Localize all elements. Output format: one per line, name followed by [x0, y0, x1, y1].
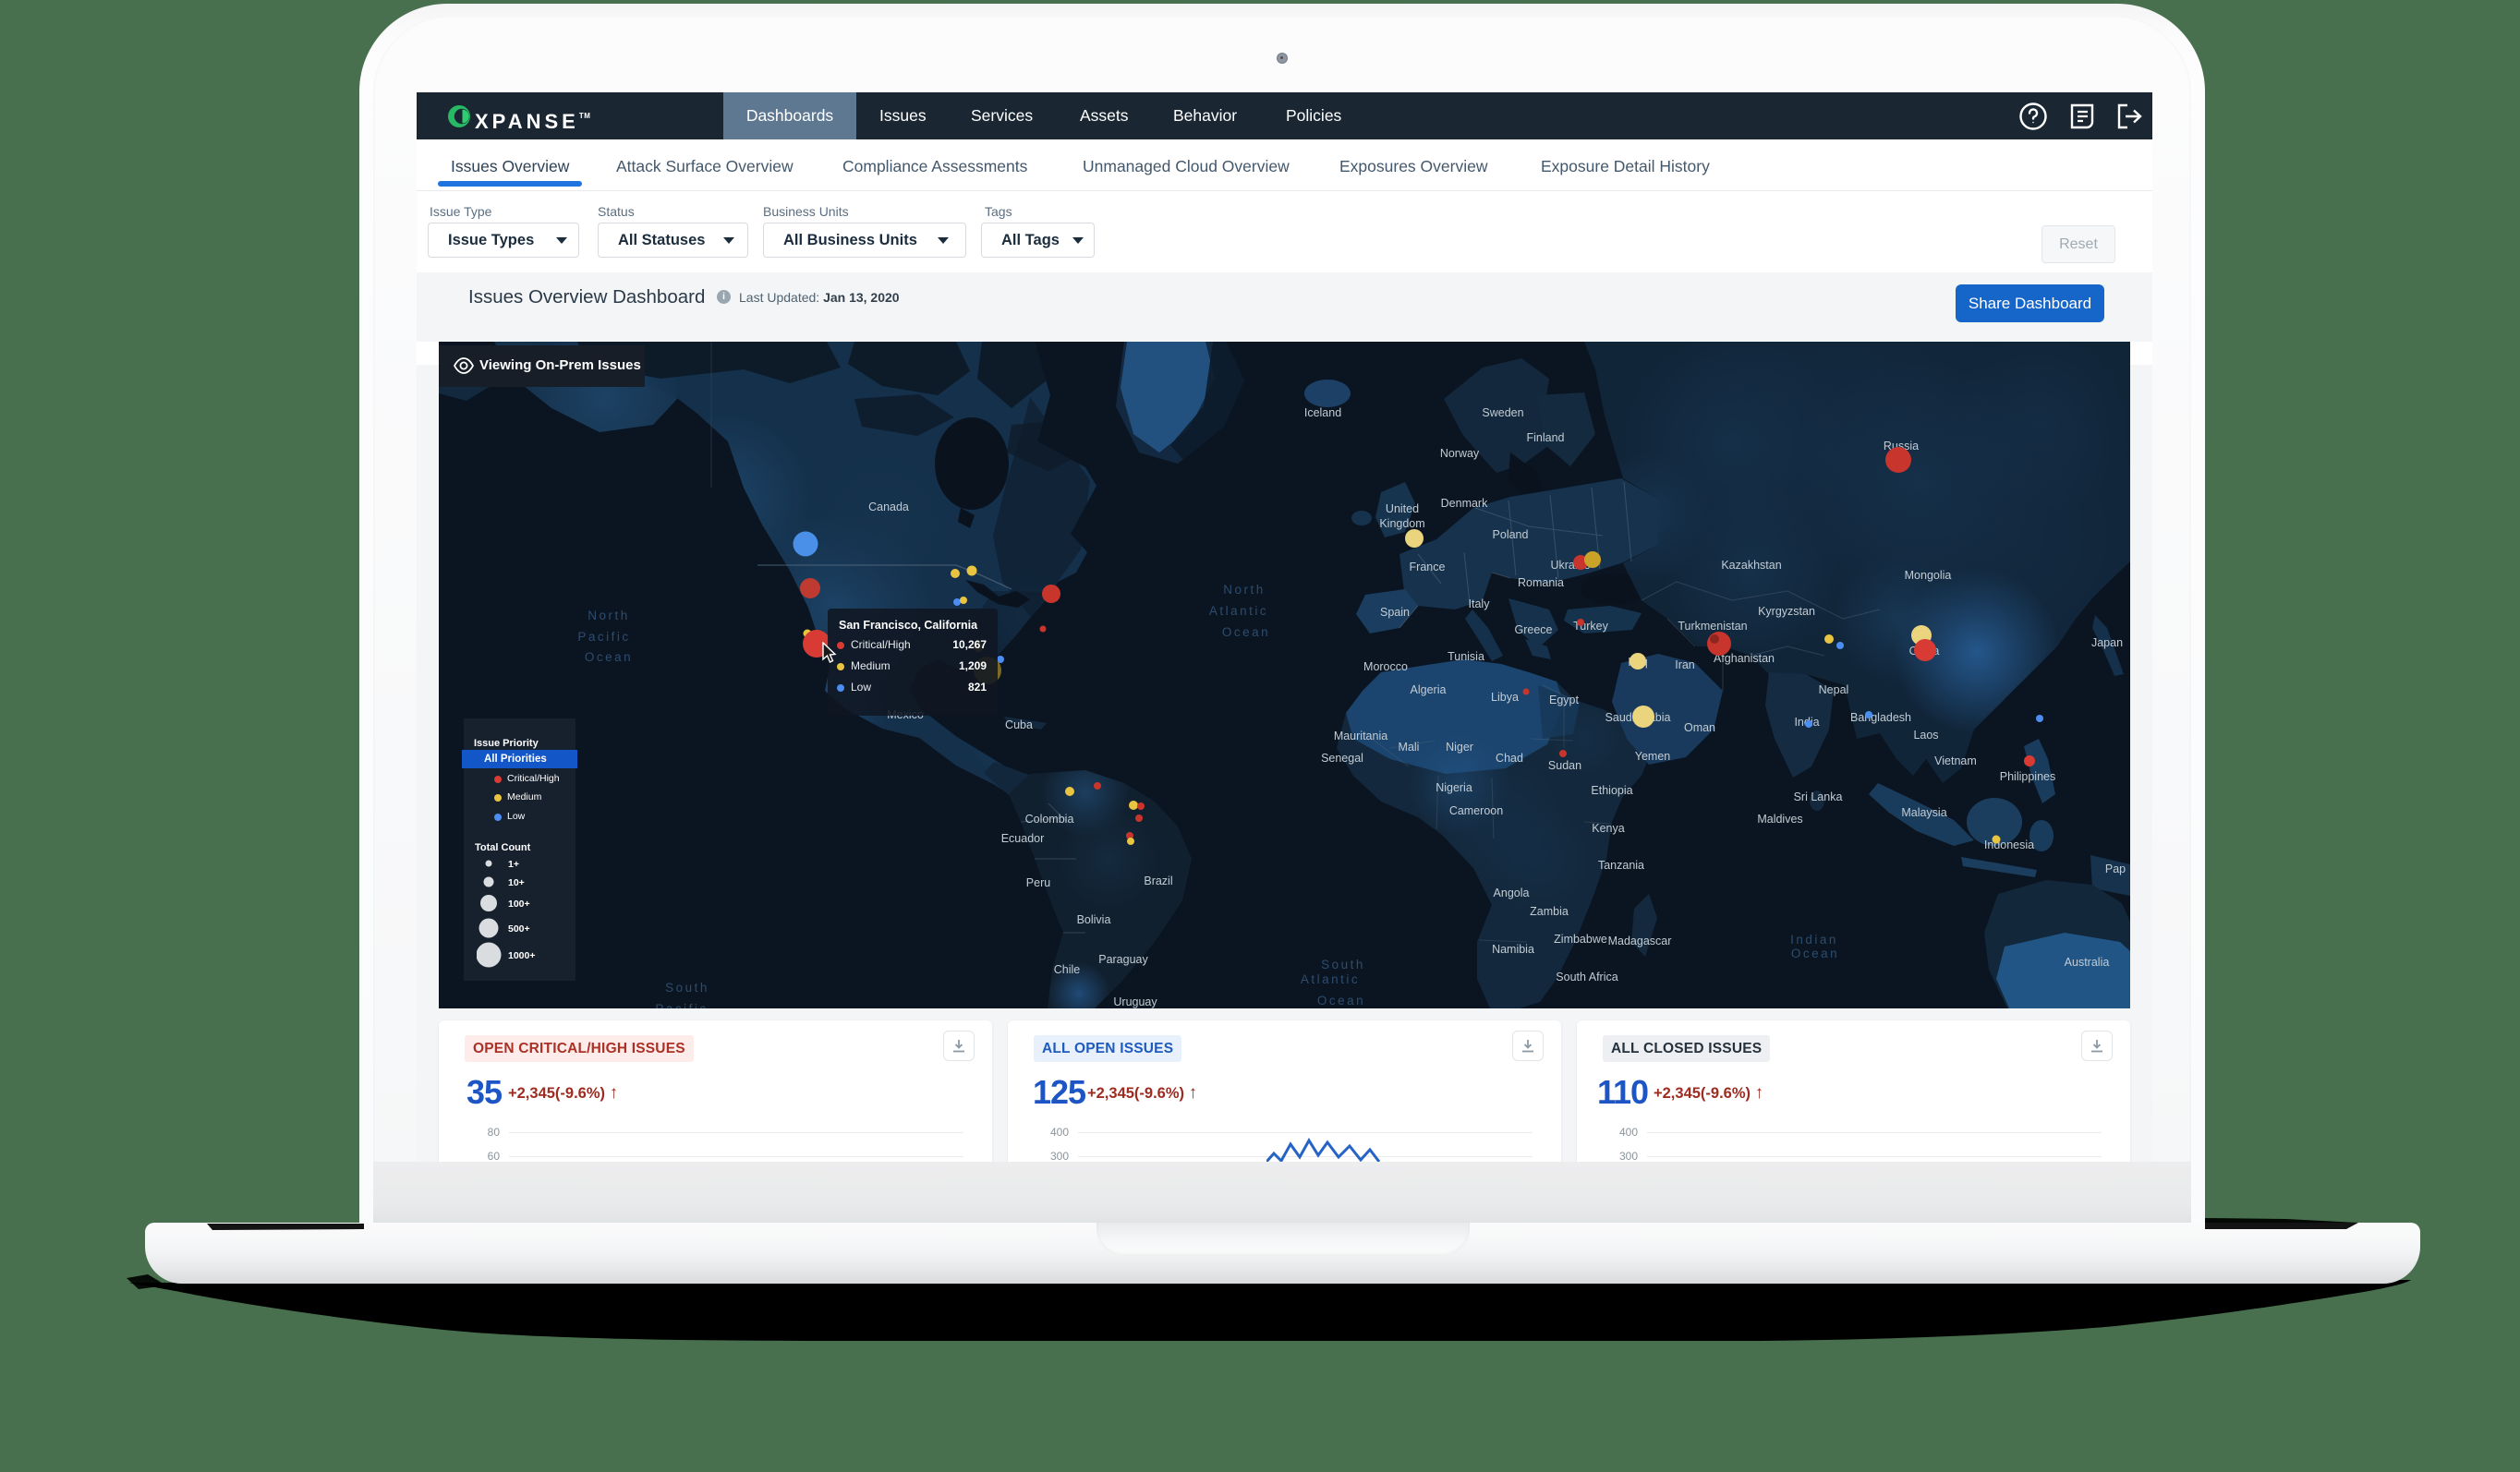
svg-text:Ocean: Ocean	[1222, 625, 1270, 639]
svg-text:Atlantic: Atlantic	[1301, 972, 1360, 986]
svg-text:Mauritania: Mauritania	[1334, 730, 1387, 742]
svg-text:Zambia: Zambia	[1530, 905, 1569, 918]
svg-text:Bolivia: Bolivia	[1077, 913, 1111, 926]
svg-text:Turkmenistan: Turkmenistan	[1678, 620, 1747, 633]
svg-text:Libya: Libya	[1491, 691, 1519, 704]
svg-text:Peru: Peru	[1026, 876, 1050, 889]
svg-text:Vietnam: Vietnam	[1934, 754, 1977, 767]
svg-text:Angola: Angola	[1494, 887, 1530, 899]
svg-text:Philippines: Philippines	[2000, 770, 2055, 783]
svg-text:Tunisia: Tunisia	[1448, 650, 1484, 663]
svg-text:United: United	[1386, 502, 1419, 515]
svg-text:South Africa: South Africa	[1556, 971, 1617, 983]
svg-text:Cameroon: Cameroon	[1449, 804, 1503, 817]
svg-text:Atlantic: Atlantic	[1209, 604, 1268, 618]
svg-text:Algeria: Algeria	[1411, 683, 1447, 696]
svg-text:Norway: Norway	[1440, 447, 1480, 460]
svg-text:Oman: Oman	[1684, 721, 1715, 734]
svg-text:Pacific: Pacific	[655, 1002, 708, 1008]
svg-text:Denmark: Denmark	[1441, 497, 1488, 510]
svg-text:Ocean: Ocean	[585, 650, 633, 664]
svg-text:Paraguay: Paraguay	[1098, 953, 1148, 966]
svg-text:Kazakhstan: Kazakhstan	[1721, 559, 1781, 572]
svg-text:Nepal: Nepal	[1819, 683, 1849, 696]
svg-text:Tanzania: Tanzania	[1598, 859, 1644, 872]
svg-text:Pap: Pap	[2105, 863, 2126, 875]
svg-text:Malaysia: Malaysia	[1901, 806, 1946, 819]
svg-text:Spain: Spain	[1380, 606, 1410, 619]
svg-text:Poland: Poland	[1493, 528, 1529, 541]
svg-text:Sudan: Sudan	[1548, 759, 1581, 772]
svg-text:Colombia: Colombia	[1025, 813, 1074, 826]
svg-text:Greece: Greece	[1515, 623, 1553, 636]
svg-text:Iran: Iran	[1675, 658, 1695, 671]
svg-text:Iceland: Iceland	[1304, 406, 1341, 419]
svg-text:Nigeria: Nigeria	[1436, 781, 1472, 794]
svg-text:Egypt: Egypt	[1549, 694, 1579, 706]
svg-text:Pacific: Pacific	[577, 630, 630, 644]
svg-text:North: North	[588, 609, 630, 622]
svg-text:Chile: Chile	[1054, 963, 1081, 976]
svg-text:Mongolia: Mongolia	[1905, 569, 1952, 582]
svg-text:Brazil: Brazil	[1144, 875, 1172, 887]
svg-text:Uruguay: Uruguay	[1113, 995, 1157, 1008]
svg-text:Zimbabwe: Zimbabwe	[1554, 933, 1607, 946]
svg-text:Ecuador: Ecuador	[1001, 832, 1045, 845]
svg-text:Kenya: Kenya	[1592, 822, 1624, 835]
svg-text:Niger: Niger	[1446, 741, 1473, 754]
svg-text:Maldives: Maldives	[1757, 813, 1802, 826]
svg-text:Mali: Mali	[1399, 741, 1420, 754]
svg-text:Morocco: Morocco	[1363, 660, 1408, 673]
svg-text:Australia: Australia	[2065, 956, 2110, 969]
svg-text:Kyrgyzstan: Kyrgyzstan	[1758, 605, 1815, 618]
svg-text:Yemen: Yemen	[1635, 750, 1671, 763]
svg-text:Laos: Laos	[1913, 729, 1938, 742]
svg-text:Kingdom: Kingdom	[1379, 517, 1424, 530]
svg-text:Cuba: Cuba	[1005, 718, 1033, 731]
svg-text:Senegal: Senegal	[1321, 752, 1363, 765]
svg-text:Canada: Canada	[868, 501, 909, 513]
svg-text:Indonesia: Indonesia	[1984, 839, 2034, 851]
svg-text:Finland: Finland	[1527, 431, 1565, 444]
svg-text:South: South	[1321, 958, 1365, 971]
svg-text:Italy: Italy	[1469, 597, 1491, 610]
svg-text:France: France	[1410, 561, 1446, 573]
svg-text:Indian: Indian	[1790, 933, 1838, 947]
svg-text:Sweden: Sweden	[1482, 406, 1523, 419]
svg-text:Romania: Romania	[1518, 576, 1564, 589]
svg-text:Ocean: Ocean	[1317, 994, 1365, 1007]
svg-text:Sri Lanka: Sri Lanka	[1794, 790, 1843, 803]
svg-text:Chad: Chad	[1496, 752, 1523, 765]
svg-text:Ethiopia: Ethiopia	[1591, 784, 1632, 797]
svg-text:South: South	[665, 981, 709, 995]
svg-text:Japan: Japan	[2091, 636, 2123, 649]
svg-text:Namibia: Namibia	[1492, 943, 1534, 956]
svg-text:Ocean: Ocean	[1791, 947, 1839, 960]
svg-text:Bangladesh: Bangladesh	[1850, 711, 1911, 724]
svg-text:Madagascar: Madagascar	[1608, 935, 1672, 947]
svg-text:North: North	[1223, 583, 1266, 597]
